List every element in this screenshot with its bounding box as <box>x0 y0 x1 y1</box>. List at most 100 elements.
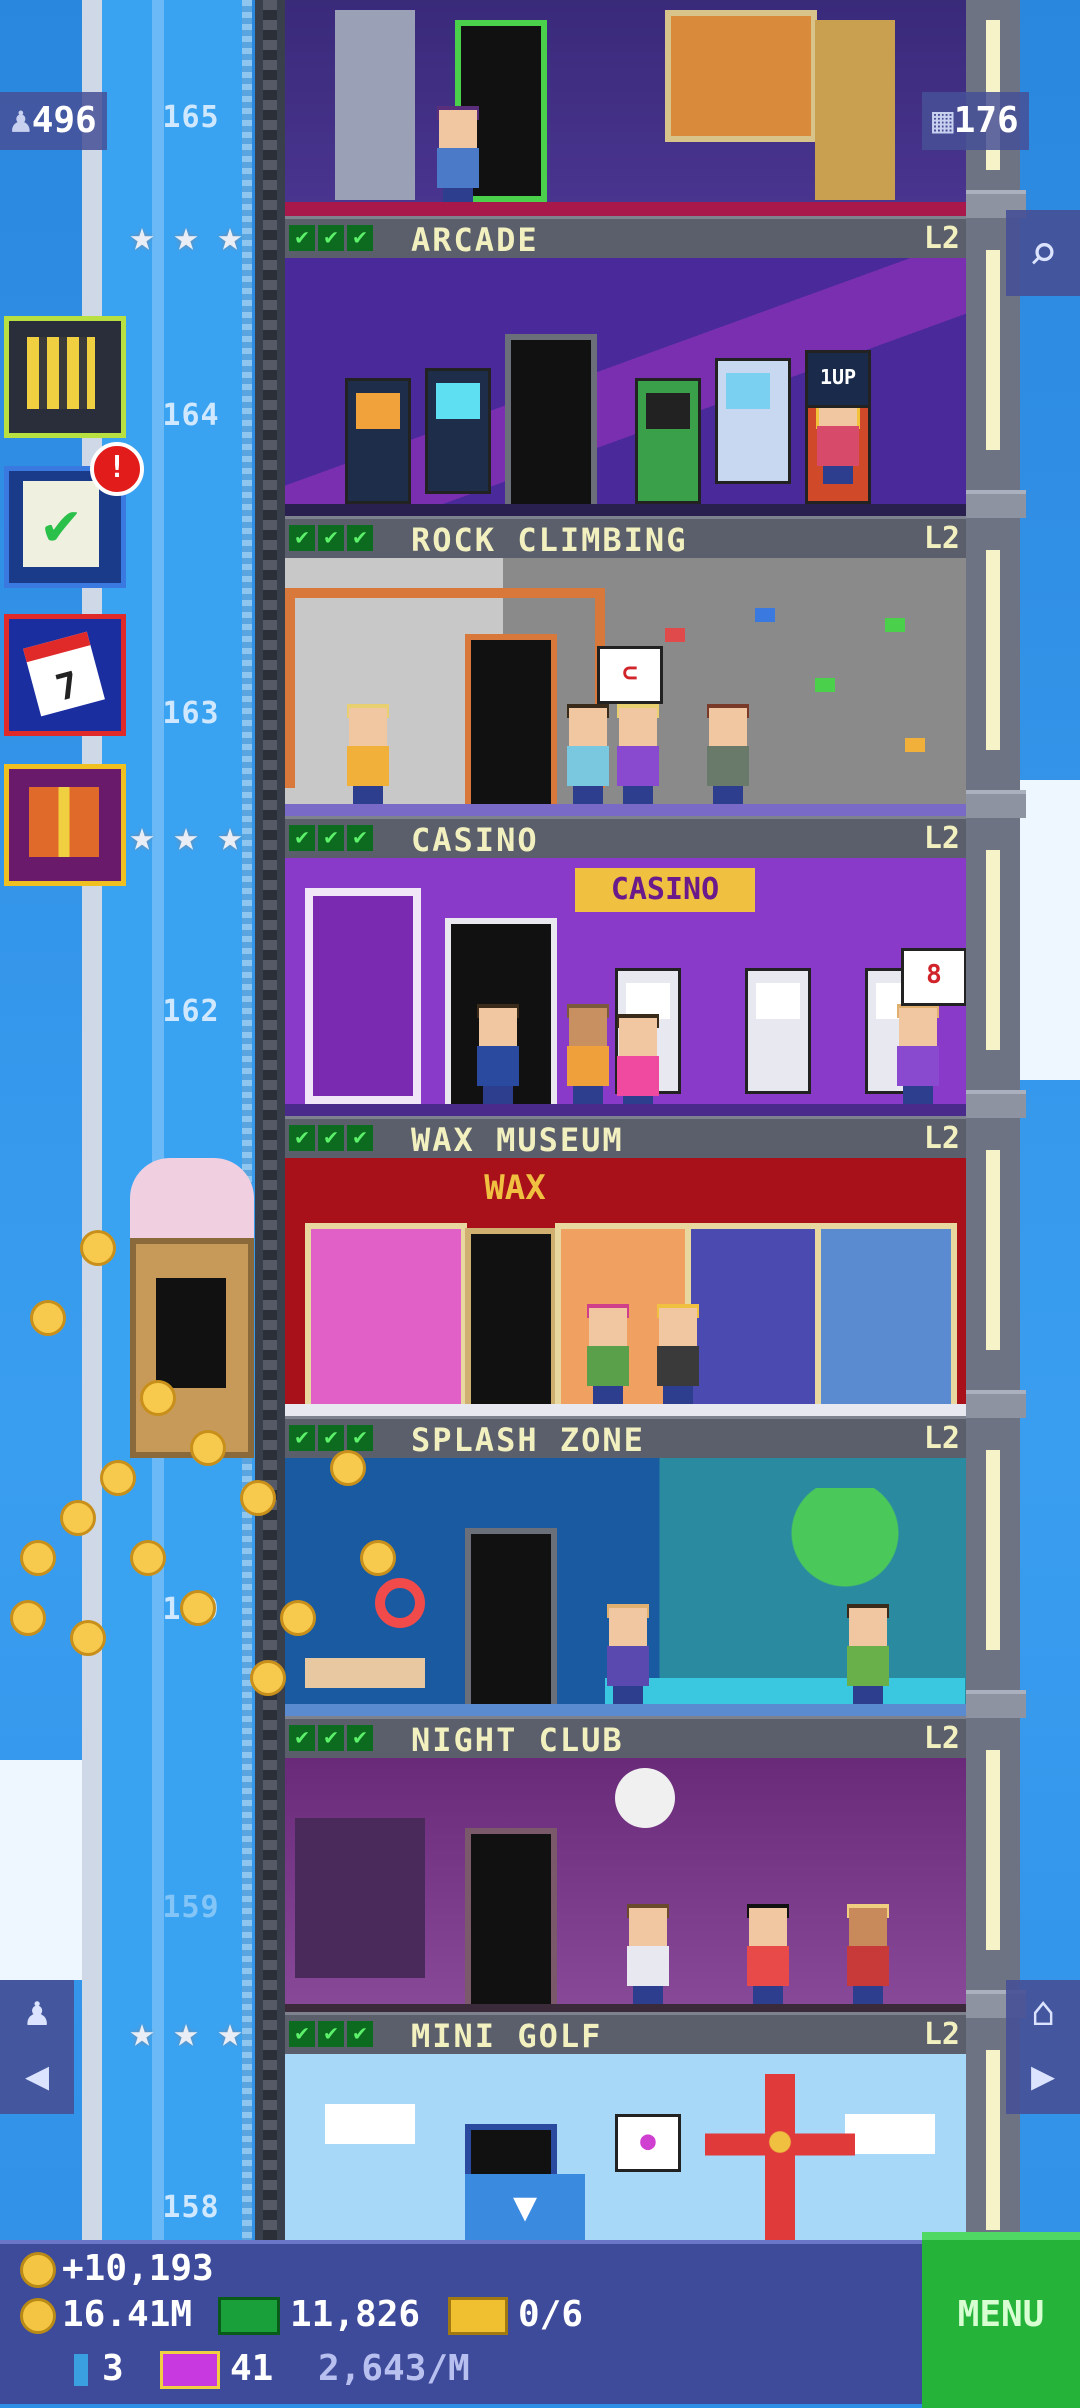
coins-display: 16.41M <box>20 2294 192 2335</box>
bux-icon <box>218 2297 280 2335</box>
visitor <box>435 106 481 206</box>
stock-check-icon: ✔ <box>289 225 315 251</box>
calendar-button[interactable]: 7 <box>4 614 126 736</box>
wooden-frame <box>285 588 605 788</box>
stock-check-icon: ✔ <box>318 525 344 551</box>
floor-label-night-club[interactable]: ✔ ✔ ✔ NIGHT CLUB L2 <box>285 1716 966 1761</box>
lounge-chair <box>305 1658 425 1688</box>
floor-label-rock-climbing[interactable]: ✔ ✔ ✔ ROCK CLIMBING L2 <box>285 516 966 561</box>
stock-check-icon: ✔ <box>318 1425 344 1451</box>
stock-check-icon: ✔ <box>318 1725 344 1751</box>
climbing-hold <box>815 678 835 692</box>
coin-particle <box>60 1500 96 1536</box>
visitor <box>895 1004 941 1104</box>
bux-display[interactable]: 11,826 <box>218 2294 420 2335</box>
floor-room-arcade[interactable]: 1UP <box>285 258 966 516</box>
coin-icon <box>20 2298 56 2334</box>
floor-room-wax-museum[interactable]: WAX <box>285 1158 966 1416</box>
coin-particle <box>190 1430 226 1466</box>
visitor <box>585 1304 631 1404</box>
arrow-left-icon: ◀ <box>24 2053 50 2099</box>
floor-strip <box>285 804 966 816</box>
floor-counter[interactable]: ▦176 <box>922 92 1029 150</box>
stock-check-icon: ✔ <box>347 1425 373 1451</box>
doorway <box>465 1528 557 1716</box>
vip-icon <box>74 2354 88 2386</box>
floor-label-mini-golf[interactable]: ✔ ✔ ✔ MINI GOLF L2 <box>285 2012 966 2057</box>
wax-display <box>305 1223 467 1415</box>
building-icon: ▦ <box>932 100 954 141</box>
floor-room-casino[interactable]: CASINO 8 <box>285 858 966 1116</box>
coin-particle <box>360 1540 396 1576</box>
rate-display: 2,643/M <box>318 2348 470 2389</box>
stock-check-icon: ✔ <box>289 825 315 851</box>
visitor <box>345 704 391 804</box>
stock-check-icon: ✔ <box>347 525 373 551</box>
claw-machine <box>715 358 791 484</box>
floor-room-mini-golf[interactable]: ● ▼ <box>285 2054 966 2240</box>
ticket-icon <box>448 2297 508 2335</box>
coin-pod-elevator[interactable] <box>116 1158 268 1470</box>
scroll-down-button[interactable]: ▼ <box>465 2174 585 2240</box>
floor-name: MINI GOLF <box>411 2017 603 2055</box>
speech-bubble[interactable]: ● <box>615 2114 681 2172</box>
floor-room-165[interactable] <box>285 0 966 216</box>
tickets-display[interactable]: 0/6 <box>448 2294 583 2335</box>
floor-level: L2 <box>923 2017 960 2052</box>
coin-particle <box>30 1300 66 1336</box>
wax-display <box>815 1223 957 1415</box>
floor-label-arcade[interactable]: ✔ ✔ ✔ ARCADE L2 <box>285 216 966 261</box>
notification-badge: ! <box>90 442 144 496</box>
menu-button[interactable]: MENU <box>922 2232 1080 2408</box>
build-floor-button[interactable] <box>4 316 126 438</box>
floor-strip <box>285 1704 966 1716</box>
stock-check-icon: ✔ <box>318 825 344 851</box>
search-button[interactable]: ⌕ <box>1006 210 1080 296</box>
cloud <box>1012 780 1080 1080</box>
population-counter[interactable]: ♟496 <box>0 92 107 150</box>
visitor <box>615 704 661 804</box>
floor-room-rock-climbing[interactable]: ⊂ <box>285 558 966 816</box>
wax-display <box>685 1223 827 1415</box>
calendar-icon: 7 <box>23 631 105 717</box>
stock-check-icon: ✔ <box>318 2021 344 2047</box>
floor-label-splash-zone[interactable]: ✔ ✔ ✔ SPLASH ZONE L2 <box>285 1416 966 1461</box>
coin-particle <box>280 1600 316 1636</box>
floor-level: L2 <box>923 821 960 856</box>
life-ring <box>375 1578 425 1628</box>
gift-button[interactable] <box>4 764 126 886</box>
bitizens-button[interactable]: ♟ ◀ <box>0 1980 74 2114</box>
coin-particle <box>180 1590 216 1626</box>
gift-icon <box>29 787 99 857</box>
star-rating: ★ ★ ★ <box>129 811 243 860</box>
floor-label-casino[interactable]: ✔ ✔ ✔ CASINO L2 <box>285 816 966 861</box>
floor-room-splash-zone[interactable] <box>285 1458 966 1716</box>
speech-bubble[interactable]: ⊂ <box>597 646 663 704</box>
arrow-right-icon: ▶ <box>1030 2053 1056 2099</box>
floor-number: 158 <box>162 2190 220 2225</box>
floor-name: CASINO <box>411 821 539 859</box>
home-icon: ⌂ <box>1030 1989 1056 2035</box>
speech-bubble[interactable]: 1UP <box>805 350 871 408</box>
visitor <box>625 1904 671 2004</box>
stock-check-icon: ✔ <box>318 225 344 251</box>
floor-room-night-club[interactable] <box>285 1758 966 2016</box>
visitor <box>615 1014 661 1114</box>
floor-strip <box>285 202 966 216</box>
person-icon: ♟ <box>24 1989 50 2035</box>
floor-number: 162 <box>162 994 220 1029</box>
floor-level: L2 <box>923 1421 960 1456</box>
lobby-button[interactable]: ⌂ ▶ <box>1006 1980 1080 2114</box>
floor-level: L2 <box>923 221 960 256</box>
visitor <box>745 1904 791 2004</box>
floor-label-wax-museum[interactable]: ✔ ✔ ✔ WAX MUSEUM L2 <box>285 1116 966 1161</box>
speech-bubble[interactable]: 8 <box>901 948 966 1006</box>
tower-right-frame <box>960 0 1026 2240</box>
floor-number: 163 <box>162 696 220 731</box>
star-rating: ★ ★ ★ <box>129 2007 243 2056</box>
vault-door <box>305 888 421 1104</box>
visitor <box>605 1604 651 1704</box>
doorway <box>465 1228 557 1416</box>
coin-particle <box>140 1380 176 1416</box>
coin-icon <box>20 2252 56 2288</box>
